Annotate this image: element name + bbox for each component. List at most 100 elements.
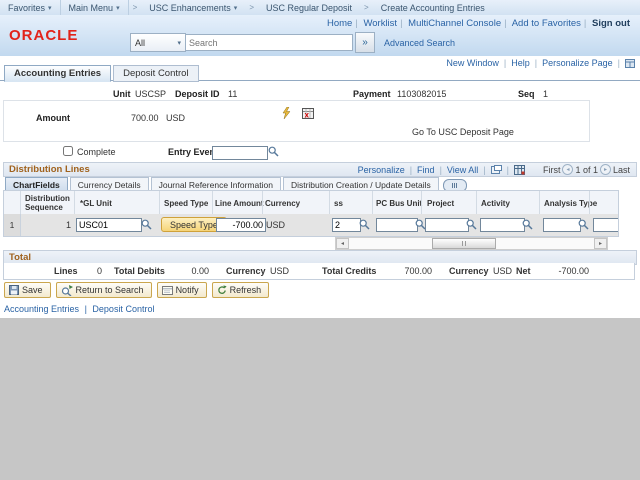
personalize-layout-icon[interactable] <box>625 59 635 68</box>
new-window-link[interactable]: New Window <box>446 58 499 68</box>
breadcrumb-main-menu[interactable]: Main Menu ▾ <box>61 0 129 15</box>
payment-label: Payment <box>353 89 391 99</box>
search-input[interactable] <box>186 34 353 51</box>
entry-event-lookup-icon[interactable] <box>268 146 279 157</box>
scroll-right-icon[interactable]: ▸ <box>594 238 607 249</box>
gl-unit-input[interactable] <box>76 218 142 232</box>
advanced-search-link[interactable]: Advanced Search <box>384 38 455 48</box>
activity-lookup-icon[interactable] <box>522 219 533 230</box>
currency-label: Currency <box>226 266 266 276</box>
distribution-grid: Distribution Sequence *GL Unit Speed Typ… <box>3 190 619 237</box>
add-to-favorites-link[interactable]: Add to Favorites <box>512 18 581 29</box>
col-class-partial: ss <box>334 199 343 208</box>
breadcrumb-current-page: Create Accounting Entries <box>373 0 493 15</box>
currency-value: USD <box>270 266 289 276</box>
analysis-type-input[interactable] <box>543 218 581 232</box>
return-to-search-button[interactable]: Return to Search <box>56 282 152 298</box>
row-currency: USD <box>266 220 285 230</box>
gl-unit-lookup-icon[interactable] <box>141 219 152 230</box>
footer-deposit-control-link[interactable]: Deposit Control <box>92 304 154 314</box>
amount-label: Amount <box>36 113 70 123</box>
tab-accounting-entries[interactable]: Accounting Entries <box>4 65 111 82</box>
caret-down-icon: ▾ <box>116 4 120 12</box>
next-row-icon[interactable]: ▸ <box>600 164 611 175</box>
breadcrumb-favorites[interactable]: Favorites ▾ <box>0 0 61 15</box>
page-content: New Window| Help| Personalize Page| Acco… <box>0 56 640 318</box>
lines-value: 0 <box>97 266 102 276</box>
scrollbar-thumb[interactable] <box>432 238 496 249</box>
find-link[interactable]: Find <box>417 165 435 175</box>
search-scope-value: All <box>135 38 145 48</box>
toolbar: Save Return to Search Notify Refresh <box>4 282 269 298</box>
line-amount-input[interactable] <box>216 218 266 232</box>
class-lookup-icon[interactable] <box>359 219 370 230</box>
grid-toolbar: Personalize| Find| View All| | First ◂ 1… <box>358 164 636 175</box>
col-project: Project <box>427 199 454 208</box>
breadcrumb-separator: > <box>129 3 142 12</box>
section-title: Total <box>4 252 31 263</box>
download-to-excel-icon[interactable] <box>514 165 525 175</box>
grid-popup-icon[interactable] <box>491 165 502 174</box>
home-link[interactable]: Home <box>327 18 352 29</box>
project-lookup-icon[interactable] <box>466 219 477 230</box>
distribution-sequence-value: 1 <box>66 220 71 230</box>
oracle-logo: ORACLE <box>9 27 78 44</box>
clipped-column-input[interactable] <box>593 218 619 232</box>
entry-event-label: Entry Event <box>168 147 218 157</box>
breadcrumb-label: Main Menu <box>69 3 114 13</box>
breadcrumb-label: Create Accounting Entries <box>381 3 485 13</box>
row-number: 1 <box>4 214 21 236</box>
personalize-link[interactable]: Personalize <box>358 165 405 175</box>
breadcrumb: Favorites ▾ Main Menu ▾ > USC Enhancemen… <box>0 0 640 16</box>
grid-horizontal-scrollbar[interactable]: ◂ ▸ <box>335 237 608 250</box>
total-debits-label: Total Debits <box>114 266 165 276</box>
svg-text:x: x <box>305 111 310 120</box>
activity-input[interactable] <box>480 218 525 232</box>
lightning-icon[interactable] <box>282 107 291 119</box>
deposit-id-label: Deposit ID <box>175 89 220 99</box>
scroll-left-icon[interactable]: ◂ <box>336 238 349 249</box>
col-gl-unit: *GL Unit <box>80 199 112 208</box>
multichannel-console-link[interactable]: MultiChannel Console <box>408 18 501 29</box>
class-input[interactable] <box>332 218 361 232</box>
breadcrumb-separator: > <box>245 3 258 12</box>
payment-value: 1103082015 <box>397 89 446 99</box>
section-title: Distribution Lines <box>4 164 90 175</box>
breadcrumb-usc-enhancements[interactable]: USC Enhancements ▾ <box>141 0 245 15</box>
entry-event-input[interactable] <box>212 146 268 160</box>
notify-button[interactable]: Notify <box>157 282 207 298</box>
analysis-type-lookup-icon[interactable] <box>578 219 589 230</box>
pc-bus-unit-input[interactable] <box>376 218 418 232</box>
spreadsheet-icon[interactable]: x <box>302 108 314 119</box>
col-speed-type: Speed Type <box>164 199 208 208</box>
seq-label: Seq <box>518 89 535 99</box>
grid-header-row: Distribution Sequence *GL Unit Speed Typ… <box>4 191 618 215</box>
tab-deposit-control[interactable]: Deposit Control <box>113 65 198 82</box>
help-link[interactable]: Help <box>511 58 530 68</box>
complete-label: Complete <box>77 147 116 157</box>
footer-accounting-entries-link[interactable]: Accounting Entries <box>4 304 79 314</box>
breadcrumb-usc-regular-deposit[interactable]: USC Regular Deposit <box>258 0 360 15</box>
personalize-page-link[interactable]: Personalize Page <box>542 58 613 68</box>
currency-label: Currency <box>449 266 489 276</box>
search-scope-dropdown[interactable]: All ▾ <box>130 33 186 52</box>
caret-down-icon: ▾ <box>177 39 181 47</box>
amount-panel: Amount 700.00 USD x Go To USC Deposit Pa… <box>3 100 590 142</box>
application-window: Favorites ▾ Main Menu ▾ > USC Enhancemen… <box>0 0 640 480</box>
unit-value: USCSP <box>135 89 166 99</box>
col-pc-bus-unit: PC Bus Unit <box>376 199 422 208</box>
save-button[interactable]: Save <box>4 282 51 298</box>
col-currency: Currency <box>265 199 300 208</box>
go-to-usc-deposit-page-link[interactable]: Go To USC Deposit Page <box>412 127 514 137</box>
distribution-lines-section: Distribution Lines Personalize| Find| Vi… <box>3 162 637 248</box>
refresh-button[interactable]: Refresh <box>212 282 270 298</box>
previous-row-icon[interactable]: ◂ <box>562 164 573 175</box>
col-line-amount: Line Amount <box>215 199 264 208</box>
view-all-link[interactable]: View All <box>447 165 478 175</box>
page-action-bar: New Window| Help| Personalize Page| <box>446 58 635 68</box>
worklist-link[interactable]: Worklist <box>363 18 397 29</box>
project-input[interactable] <box>425 218 469 232</box>
sign-out-link[interactable]: Sign out <box>592 18 630 29</box>
complete-checkbox[interactable] <box>63 146 73 156</box>
search-go-button[interactable]: » <box>355 32 375 53</box>
